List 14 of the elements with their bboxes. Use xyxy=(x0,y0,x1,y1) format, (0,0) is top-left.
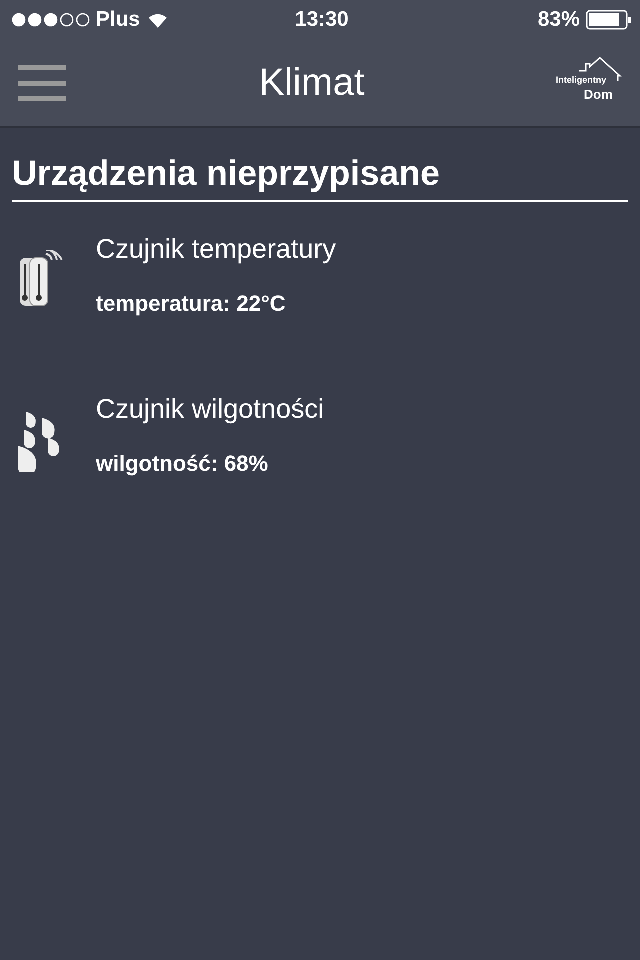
battery-percent: 83% xyxy=(538,8,580,32)
logo-text: Inteligentny xyxy=(556,75,606,85)
clock-time: 13:30 xyxy=(295,8,349,31)
section-title: Urządzenia nieprzypisane xyxy=(12,154,628,202)
device-reading: wilgotność: 68% xyxy=(96,451,270,477)
signal-icon xyxy=(12,13,90,27)
menu-icon[interactable] xyxy=(18,65,68,101)
logo-text: Dom xyxy=(584,87,613,102)
device-reading: temperatura: 22°C xyxy=(96,291,287,317)
battery-icon xyxy=(586,10,632,30)
device-name: Czujnik temperatury xyxy=(96,234,336,265)
page-title: Klimat xyxy=(259,62,365,104)
carrier-name: Plus xyxy=(96,8,140,32)
device-name: Czujnik wilgotności xyxy=(96,394,324,425)
